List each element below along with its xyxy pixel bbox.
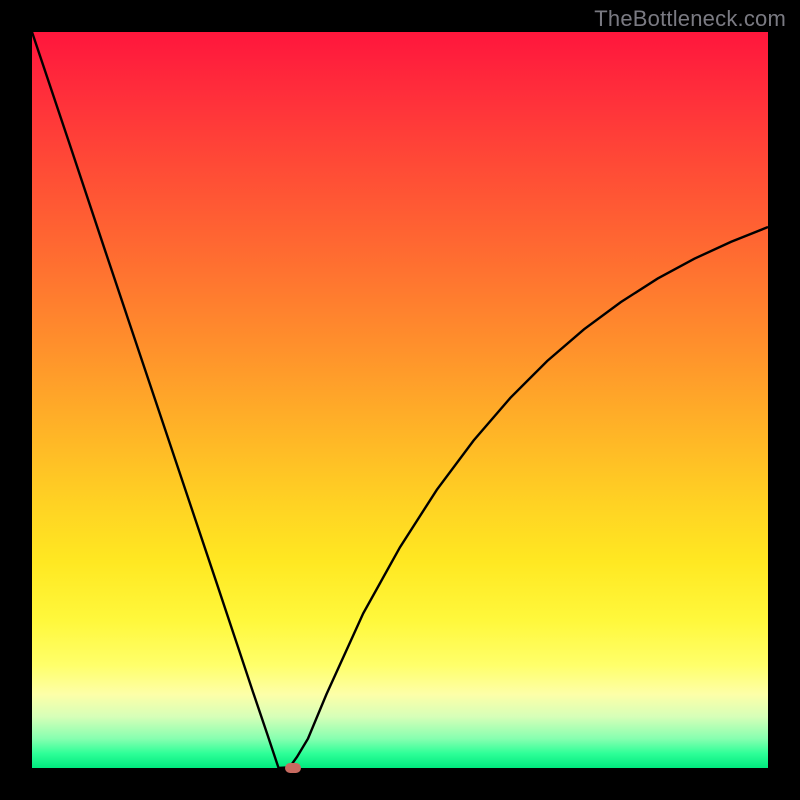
bottleneck-curve	[32, 32, 768, 768]
watermark-text: TheBottleneck.com	[594, 6, 786, 32]
optimal-point-marker	[285, 763, 301, 773]
chart-plot-area	[32, 32, 768, 768]
